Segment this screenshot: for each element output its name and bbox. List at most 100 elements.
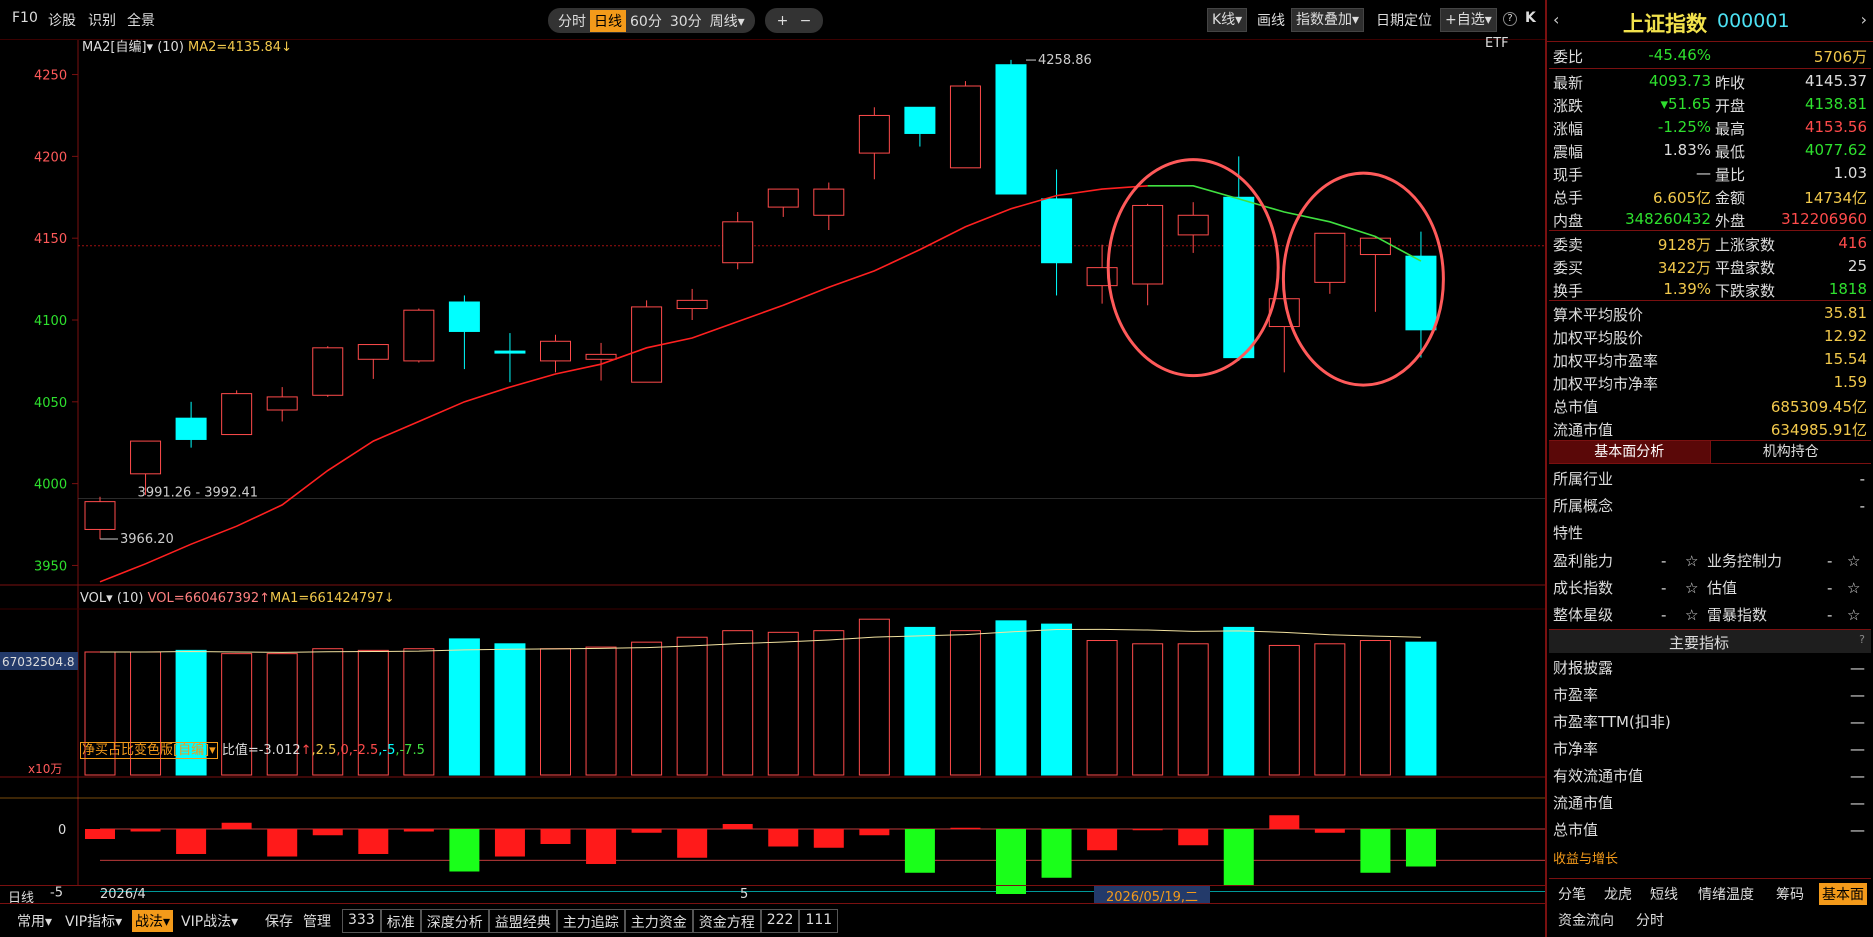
save-button[interactable]: 保存 <box>262 910 296 932</box>
help-icon[interactable]: ? <box>1859 633 1865 646</box>
index-overlay-button[interactable]: 指数叠加▾ <box>1291 8 1365 32</box>
panel-tab[interactable]: 情绪温度 <box>1695 883 1757 905</box>
tab-222[interactable]: 222 <box>760 909 800 933</box>
star-dash: - <box>1661 606 1667 624</box>
identify-button[interactable]: 识别 <box>88 10 116 30</box>
list-item[interactable]: 市盈率 — <box>1551 682 1869 709</box>
stock-title: 上证指数 <box>1623 12 1707 36</box>
draw-line-button[interactable]: 画线 <box>1257 10 1285 30</box>
indicator-value: — <box>1850 767 1865 785</box>
etf-label[interactable]: ETF <box>1485 36 1509 51</box>
star-icon[interactable]: ☆ <box>1847 575 1860 601</box>
panel-tab[interactable]: 分时 <box>1633 909 1667 931</box>
star-row[interactable]: 成长指数 - ☆ 估值 - ☆ <box>1551 575 1869 602</box>
quote-label: 换手 <box>1553 282 1584 300</box>
main-indicator-value: MA2=4135.84↓ <box>188 40 292 55</box>
net-ratio-bar <box>540 829 571 844</box>
panorama-button[interactable]: 全景 <box>127 10 155 30</box>
tab-333[interactable]: 333 <box>342 909 381 933</box>
list-item[interactable]: 所属概念 - <box>1551 493 1869 520</box>
quote-row: 委卖 9128万 上涨家数 416 <box>1551 232 1869 255</box>
candle-body <box>1086 267 1118 287</box>
prev-stock-icon[interactable]: ‹ <box>1553 10 1559 29</box>
tab-deep-analysis[interactable]: 深度分析 <box>420 909 489 933</box>
candle-body <box>631 306 663 383</box>
star-icon[interactable]: ☆ <box>1847 548 1860 574</box>
level-0: ,0 <box>336 743 349 758</box>
kline-chart-canvas[interactable]: 4250 4200 4150 4100 4050 4000 3950 4258.86 3966.… <box>0 40 1545 903</box>
star-icon[interactable]: ☆ <box>1847 602 1860 628</box>
help-icon[interactable]: ? <box>1503 12 1517 26</box>
f10-button[interactable]: F10 <box>12 10 38 26</box>
tab-fund-equation[interactable]: 资金方程 <box>692 909 761 933</box>
tab-standard[interactable]: 标准 <box>380 909 421 933</box>
quote-row: 加权平均市盈率 15.54 <box>1551 348 1869 371</box>
main-indicator-name[interactable]: MA2[自编]▾ <box>82 40 153 55</box>
vol-indicator-name[interactable]: VOL▾ <box>80 591 113 606</box>
list-item[interactable]: 市盈率TTM(扣非) — <box>1551 709 1869 736</box>
panel-tab[interactable]: 龙虎 <box>1601 883 1635 905</box>
tab-institution[interactable]: 机构持仓 <box>1709 441 1872 463</box>
panel-tab[interactable]: 短线 <box>1647 883 1681 905</box>
quote-row: 现手 — 量比 1.03 <box>1551 162 1869 185</box>
list-item[interactable]: 流通市值 — <box>1551 790 1869 817</box>
period-weekly[interactable]: 周线▾ <box>706 10 749 32</box>
period-60min[interactable]: 60分 <box>626 10 666 32</box>
candle-body <box>676 299 708 310</box>
weibi-label: 委比 <box>1553 48 1584 66</box>
template-tabs: 333 标准 深度分析 益盟经典 主力追踪 主力资金 资金方程 222 111 <box>342 909 839 933</box>
volume-bar <box>1314 643 1346 776</box>
next-stock-icon[interactable]: › <box>1861 10 1867 29</box>
list-item[interactable]: 市净率 — <box>1551 736 1869 763</box>
diagnose-button[interactable]: 诊股 <box>48 10 76 30</box>
zoom-out-button[interactable]: − <box>796 12 816 30</box>
panel-tab[interactable]: 分笔 <box>1555 883 1589 905</box>
vip-indicator-menu[interactable]: VIP指标▾ <box>62 910 125 932</box>
star-icon[interactable]: ☆ <box>1685 575 1698 601</box>
list-item[interactable]: 总市值 — <box>1551 817 1869 844</box>
main-indicators-title: 主要指标 <box>1669 634 1730 652</box>
period-daily[interactable]: 日线 <box>590 9 626 32</box>
main-indicator-params: (10) <box>157 40 184 55</box>
common-menu[interactable]: 常用▾ <box>14 910 55 932</box>
star-row[interactable]: 整体星级 - ☆ 雷暴指数 - ☆ <box>1551 602 1869 629</box>
star-row[interactable]: 盈利能力 - ☆ 业务控制力 - ☆ <box>1551 548 1869 575</box>
tab-main-force-funds[interactable]: 主力资金 <box>624 909 693 933</box>
add-favorite-button[interactable]: +自选▾ <box>1440 8 1497 32</box>
vol-side-value: 67032504.8 <box>2 655 75 669</box>
panel-tab[interactable]: 资金流向 <box>1555 909 1617 931</box>
quote-label: 加权平均市盈率 <box>1553 352 1659 370</box>
volume-bar <box>1223 626 1255 776</box>
period-30min[interactable]: 30分 <box>666 10 706 32</box>
tab-classic[interactable]: 益盟经典 <box>488 909 557 933</box>
quote-row: 总手 6.605亿 金额 14734亿 <box>1551 185 1869 208</box>
kline-type-button[interactable]: K线▾ <box>1207 8 1248 32</box>
volume-bar <box>722 630 754 776</box>
star-label: 盈利能力 <box>1553 552 1614 570</box>
panel-tab[interactable]: 基本面 <box>1819 883 1867 905</box>
vip-strategy-menu[interactable]: VIP战法▾ <box>178 910 241 932</box>
list-item[interactable]: 所属行业 - <box>1551 466 1869 493</box>
list-item[interactable]: 特性 <box>1551 520 1869 547</box>
quote-label-2: 上涨家数 <box>1715 236 1776 254</box>
star-icon[interactable]: ☆ <box>1685 548 1698 574</box>
expand-icon[interactable]: K <box>1525 10 1536 26</box>
net-buy-indicator-name[interactable]: 净买占比变色版[自编]▾ <box>80 742 218 759</box>
net-ratio-bar <box>586 829 617 864</box>
growth-label[interactable]: 收益与增长 <box>1553 848 1618 867</box>
date-locate-button[interactable]: 日期定位 <box>1376 10 1432 30</box>
tab-main-force-track[interactable]: 主力追踪 <box>556 909 625 933</box>
manage-button[interactable]: 管理 <box>300 910 334 932</box>
tab-fundamental[interactable]: 基本面分析 <box>1549 441 1710 463</box>
quote-value: 12.92 <box>1824 327 1867 345</box>
net-ratio-bar <box>859 829 890 836</box>
star-icon[interactable]: ☆ <box>1685 602 1698 628</box>
zoom-in-button[interactable]: + <box>773 12 793 30</box>
panel-tab[interactable]: 筹码 <box>1773 883 1807 905</box>
list-item[interactable]: 财报披露 — <box>1551 655 1869 682</box>
tab-111[interactable]: 111 <box>799 909 839 933</box>
strategy-menu[interactable]: 战法▾ <box>132 910 174 932</box>
list-item[interactable]: 有效流通市值 — <box>1551 763 1869 790</box>
quote-value-2: 416 <box>1838 234 1867 252</box>
period-intraday[interactable]: 分时 <box>554 10 590 32</box>
